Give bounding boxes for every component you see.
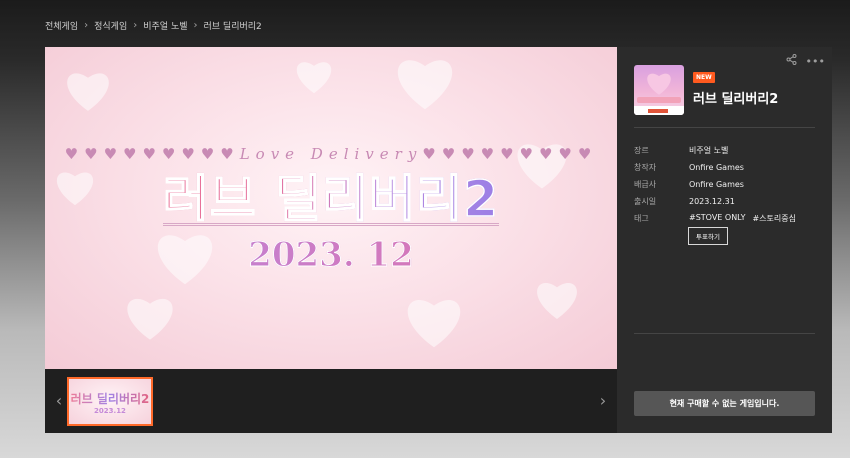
chevron-right-icon: ›: [84, 20, 89, 31]
share-icon[interactable]: [786, 54, 797, 68]
heart-decoration: [395, 52, 455, 112]
divider: [634, 333, 815, 334]
chevron-right-icon: ›: [193, 20, 198, 31]
thumbnail-item[interactable]: 러브 딜리버리2 2023.12: [67, 377, 153, 426]
hero-title: 러브 딜리버리2: [45, 159, 617, 231]
thumbnail-date: 2023.12: [94, 407, 126, 415]
info-value: 비주얼 노벨: [689, 146, 729, 155]
panel-actions: •••: [786, 54, 825, 68]
info-label: 배급사: [634, 180, 657, 189]
info-row-publisher: 배급사 Onfire Games: [634, 176, 824, 193]
info-row-creator: 창작자 Onfire Games: [634, 159, 824, 176]
game-cover-image: [634, 65, 684, 115]
info-row-release-date: 출시일 2023.12.31: [634, 193, 824, 210]
divider: [634, 127, 815, 128]
info-value: Onfire Games: [689, 163, 744, 172]
info-label: 출시일: [634, 197, 657, 206]
breadcrumb-visual-novel[interactable]: 비주얼 노벨: [143, 19, 187, 32]
heart-decoration: [535, 277, 579, 321]
game-title: 러브 딜리버리2: [693, 92, 779, 107]
info-value: 2023.12.31: [689, 197, 735, 206]
thumbnail-bar: ‹ 러브 딜리버리2 2023.12 ›: [45, 369, 617, 433]
thumbnail-title: 러브 딜리버리2: [70, 392, 150, 406]
info-label: 창작자: [634, 163, 657, 172]
heart-decoration: [295, 57, 333, 95]
vote-button[interactable]: 투표하기: [688, 227, 728, 245]
chevron-right-icon: ›: [133, 20, 138, 31]
purchase-unavailable-button[interactable]: 현재 구매할 수 없는 게임입니다.: [634, 391, 815, 416]
breadcrumb: 전체게임 › 정식게임 › 비주얼 노벨 › 러브 딜리버리2: [45, 19, 262, 32]
breadcrumb-current-game[interactable]: 러브 딜리버리2: [204, 19, 262, 32]
breadcrumb-official-games[interactable]: 정식게임: [94, 19, 127, 32]
hero-divider: [163, 223, 499, 226]
tag-list: #STOVE ONLY #스토리중심: [689, 213, 796, 224]
heart-decoration: [65, 67, 111, 113]
heart-decoration: [125, 292, 175, 342]
info-value: Onfire Games: [689, 180, 744, 189]
more-icon[interactable]: •••: [806, 55, 825, 68]
info-label: 태그: [634, 214, 649, 223]
game-info-panel: ••• NEW 러브 딜리버리2 장르 비주얼 노벨 창작자 Onfire Ga…: [617, 47, 832, 433]
info-row-genre: 장르 비주얼 노벨: [634, 142, 824, 159]
tag-stove-only[interactable]: #STOVE ONLY: [689, 213, 745, 224]
tag-story[interactable]: #스토리중심: [752, 213, 796, 224]
game-info-list: 장르 비주얼 노벨 창작자 Onfire Games 배급사 Onfire Ga…: [634, 142, 824, 227]
chevron-left-icon[interactable]: ‹: [51, 391, 67, 411]
hero-date: 2023. 12: [45, 235, 617, 276]
heart-decoration: [405, 292, 463, 350]
breadcrumb-all-games[interactable]: 전체게임: [45, 19, 78, 32]
chevron-right-icon[interactable]: ›: [595, 391, 611, 411]
hero-image[interactable]: ♥♥♥♥♥♥♥♥♥Love Delivery♥♥♥♥♥♥♥♥♥ 러브 딜리버리2…: [45, 47, 617, 369]
media-gallery: ♥♥♥♥♥♥♥♥♥Love Delivery♥♥♥♥♥♥♥♥♥ 러브 딜리버리2…: [45, 47, 617, 433]
new-badge: NEW: [693, 72, 715, 83]
info-label: 장르: [634, 146, 649, 155]
info-row-tags: 태그 #STOVE ONLY #스토리중심: [634, 210, 824, 227]
